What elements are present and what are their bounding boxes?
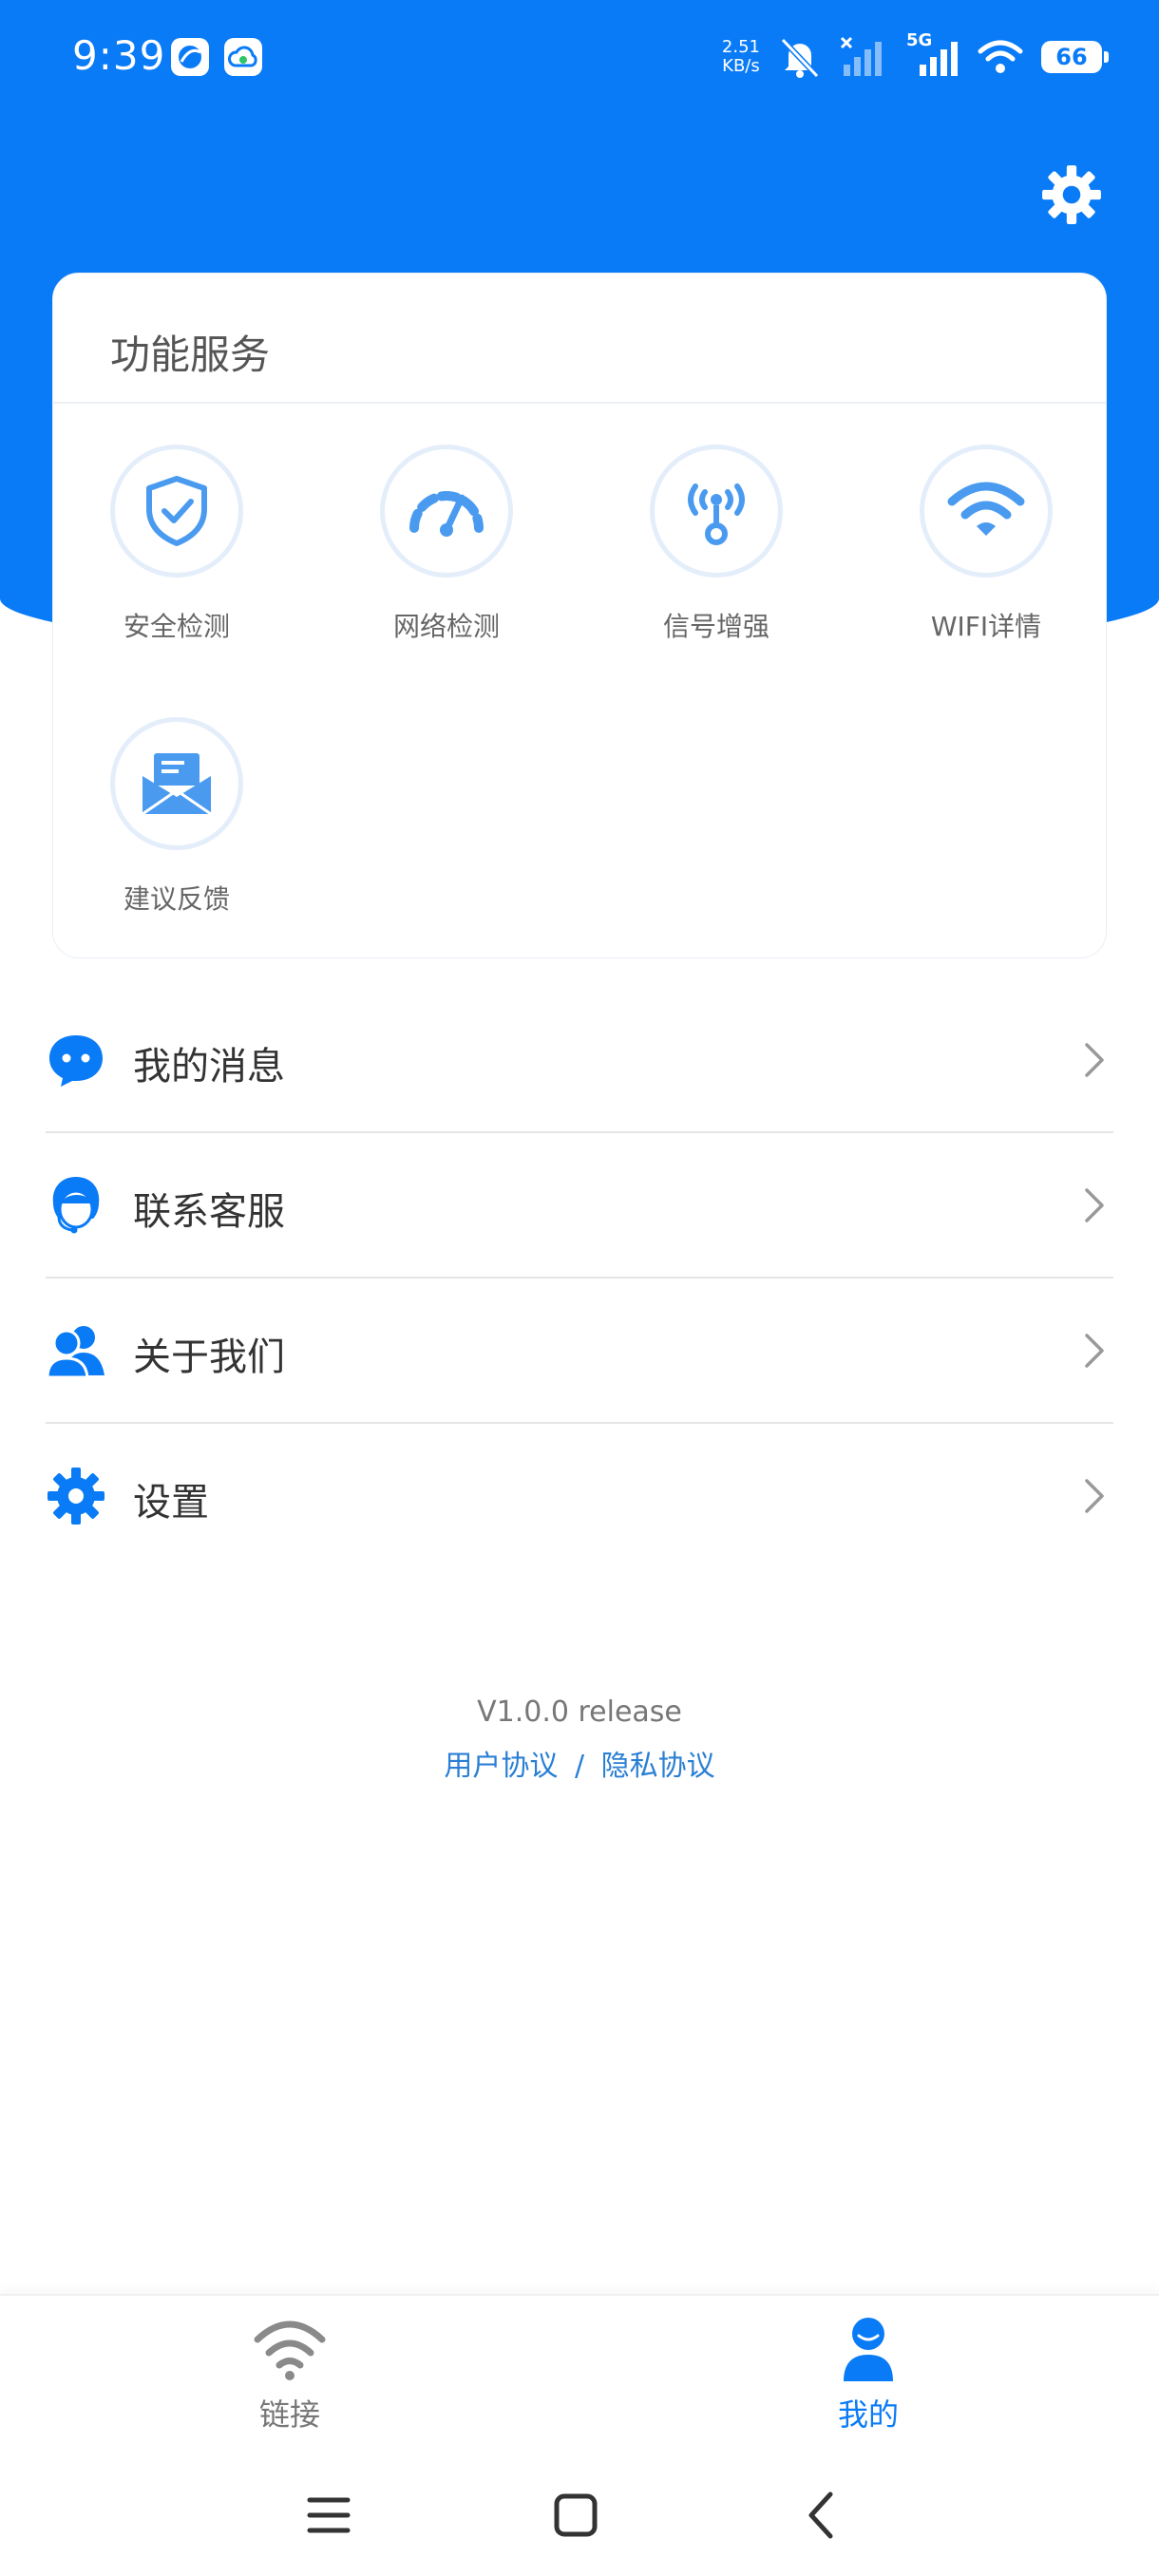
chevron-right-icon [1085,1479,1104,1513]
customer-service-icon [52,1177,100,1234]
menu-label: 设置 [133,1481,209,1525]
service-label: 建议反馈 [123,883,230,915]
service-feedback[interactable]: 建议反馈 [72,717,281,945]
service-icon-circle [110,717,243,850]
back-icon[interactable] [785,2477,861,2553]
service-label: 信号增强 [662,611,770,642]
wifi-status-icon [978,40,1023,73]
mute-bell-icon [780,37,820,78]
service-label: WIFI详情 [930,611,1042,642]
link-separator: / [574,1750,585,1783]
service-icon-circle [380,445,513,578]
user-icon [844,2318,893,2381]
service-security-check[interactable]: 安全检测 [72,445,281,672]
service-label: 网络检测 [392,611,500,642]
profile-page: 9:39 2.51 KB/s 5G 66 功能服务 安全检测 网络检测 信号增强… [0,0,1159,2576]
wifi-icon [947,482,1025,536]
tab-connect[interactable]: 链接 [147,2296,432,2448]
battery-indicator: 66 [1041,41,1109,73]
browser-app-icon [171,38,209,76]
shield-check-icon [146,476,207,546]
bottom-tab-bar: 链接 我的 [0,2294,1159,2446]
speedometer-icon [409,491,484,537]
chat-bubble-icon [49,1035,103,1087]
network-type: 5G [906,30,933,50]
menu-label: 我的消息 [133,1045,285,1089]
status-time: 9:39 [72,32,166,79]
chevron-right-icon [1085,1188,1104,1222]
menu-about-us[interactable]: 关于我们 [46,1279,1113,1423]
menu-label: 联系客服 [133,1190,285,1234]
cloud-app-icon [224,38,262,76]
service-label: 安全检测 [123,611,230,642]
menu-customer-service[interactable]: 联系客服 [46,1133,1113,1278]
service-icon-circle [650,445,783,578]
status-indicators: 2.51 KB/s 5G 66 [722,30,1109,84]
agreement-links: 用户协议 / 隐私协议 [0,1742,1159,1784]
net-speed: 2.51 KB/s [722,38,760,76]
menu-my-messages[interactable]: 我的消息 [46,988,1113,1132]
net-speed-unit: KB/s [722,56,760,76]
system-navigation-bar [0,2451,1159,2576]
chevron-right-icon [1085,1043,1104,1077]
privacy-policy-link[interactable]: 隐私协议 [601,1750,715,1783]
chevron-right-icon [1085,1334,1104,1368]
tab-mine[interactable]: 我的 [726,2296,1011,2448]
menu-settings[interactable]: 设置 [46,1424,1113,1568]
antenna-icon [688,483,745,545]
gear-icon [48,1468,104,1525]
app-version: V1.0.0 release [477,1695,682,1729]
services-card: 功能服务 安全检测 网络检测 信号增强 WIFI详情 建议反馈 [52,273,1107,958]
card-divider [53,402,1106,404]
user-agreement-link[interactable]: 用户协议 [444,1750,558,1783]
tab-label: 链接 [258,2396,320,2433]
services-title: 功能服务 [110,331,271,378]
service-signal-boost[interactable]: 信号增强 [612,445,821,672]
signal-off-icon [840,36,882,76]
home-icon[interactable] [538,2477,614,2553]
signal-5g: 5G [906,30,960,78]
service-icon-circle [920,445,1053,578]
tab-label: 我的 [837,2396,899,2433]
menu-icon[interactable] [291,2477,367,2553]
service-icon-circle [110,445,243,578]
users-icon [46,1326,104,1379]
menu-label: 关于我们 [133,1335,285,1379]
settings-gear-icon[interactable] [1040,163,1103,226]
envelope-icon [142,753,212,816]
net-speed-value: 2.51 [721,37,760,57]
status-bar: 9:39 2.51 KB/s 5G 66 [0,0,1159,114]
service-network-check[interactable]: 网络检测 [342,445,551,672]
wifi-icon [254,2320,326,2380]
service-wifi-details[interactable]: WIFI详情 [882,445,1091,672]
